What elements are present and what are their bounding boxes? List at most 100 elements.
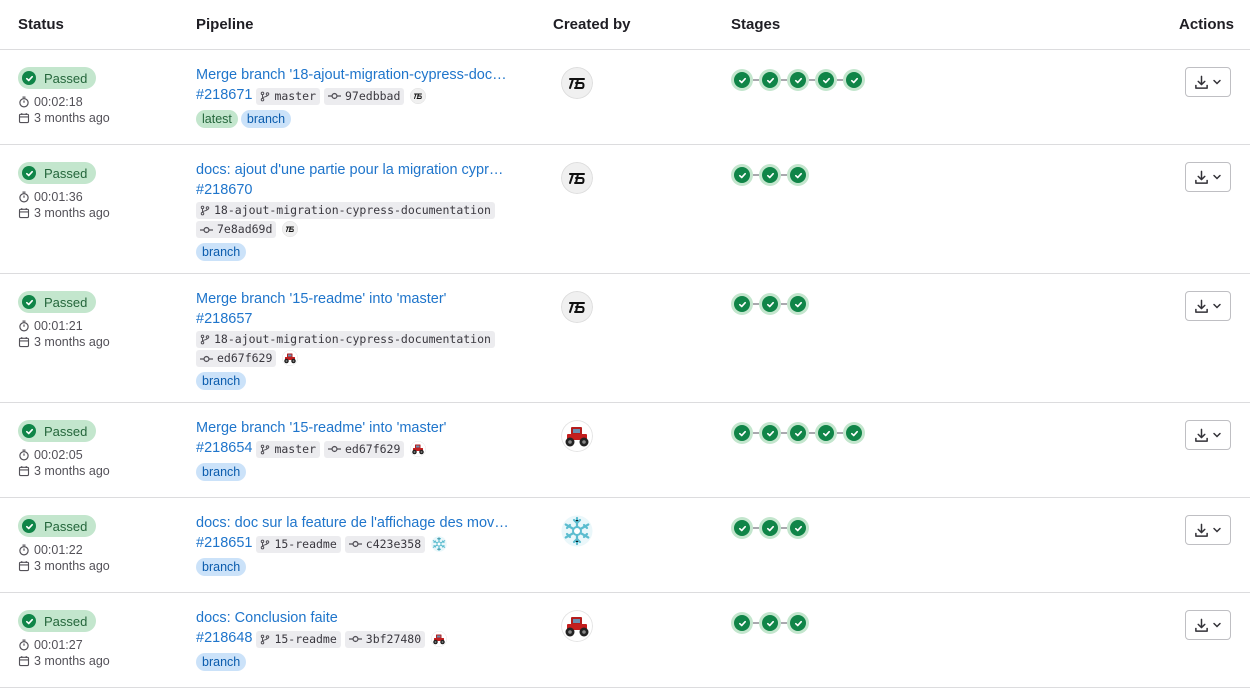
stage-passed-button[interactable] [759,422,781,444]
avatar[interactable] [561,67,593,99]
pipeline-id-link[interactable]: #218648 [196,629,252,648]
pipeline-id-link[interactable]: #218671 [196,86,252,105]
timer-icon [18,96,34,108]
stage-passed-button[interactable] [843,69,865,91]
status-badge[interactable]: Passed [18,67,97,89]
commit-sha[interactable]: 97edbbad [324,87,405,105]
chevron-down-icon [1212,430,1222,440]
stage-passed-button[interactable] [731,293,753,315]
stage-passed-button[interactable] [787,612,809,634]
stage-passed-button[interactable] [759,293,781,315]
stage-passed-button[interactable] [759,517,781,539]
commit-author-avatar[interactable] [410,87,427,104]
stage-passed-button[interactable] [731,164,753,186]
finished-time: 3 months ago [18,334,178,350]
stage-passed-button[interactable] [787,517,809,539]
chevron-down-icon [1212,77,1222,87]
commit-author-avatar[interactable] [431,630,448,647]
download-artifacts-button[interactable] [1185,610,1231,640]
commit-sha[interactable]: ed67f629 [196,350,277,367]
stage-passed-button[interactable] [815,69,837,91]
check-circle-icon [734,520,750,536]
calendar-icon [18,207,34,219]
stages-list [731,517,809,539]
commit-author-avatar[interactable] [410,440,427,457]
pipeline-tags: branch [196,372,536,390]
pipeline-cell: Merge branch '15-readme' into 'master' #… [196,290,536,390]
status-badge[interactable]: Passed [18,162,97,184]
created-by-cell [561,610,593,642]
check-circle-icon [762,72,778,88]
stage-passed-button[interactable] [759,612,781,634]
status-badge[interactable]: Passed [18,420,97,442]
status-badge[interactable]: Passed [18,515,97,537]
stage-passed-button[interactable] [787,69,809,91]
commit-title-link[interactable]: Merge branch '15-readme' into 'master' [196,419,526,438]
check-circle-icon [22,614,36,628]
timer-icon [18,639,34,651]
commit-title-link[interactable]: Merge branch '15-readme' into 'master' [196,290,526,309]
download-artifacts-button[interactable] [1185,420,1231,450]
commit-sha[interactable]: 7e8ad69d [196,221,277,238]
branch-ref[interactable]: 18-ajout-migration-cypress-documentation [196,331,495,348]
stage-passed-button[interactable] [731,422,753,444]
branch-ref[interactable]: 15-readme [256,535,341,553]
stage-passed-button[interactable] [759,69,781,91]
table-row: Passed 00:01:36 3 months ago docs: ajout… [0,145,1250,274]
avatar[interactable] [561,420,593,452]
avatar[interactable] [561,162,593,194]
stage-passed-button[interactable] [731,517,753,539]
check-circle-icon [762,167,778,183]
status-badge[interactable]: Passed [18,291,97,313]
commit-author-avatar[interactable] [431,535,447,552]
pipeline-id-link[interactable]: #218670 [196,181,252,200]
stage-passed-button[interactable] [843,422,865,444]
stage-passed-button[interactable] [787,422,809,444]
pipeline-cell: docs: ajout d'une partie pour la migrati… [196,161,536,261]
check-circle-icon [846,425,862,441]
stage-passed-button[interactable] [759,164,781,186]
branch-badge: branch [196,558,247,576]
commit-author-avatar[interactable] [282,350,299,366]
check-circle-icon [734,615,750,631]
commit-title-link[interactable]: docs: ajout d'une partie pour la migrati… [196,161,526,180]
check-circle-icon [762,615,778,631]
avatar[interactable] [561,291,593,323]
header-pipeline: Pipeline [196,16,254,33]
status-badge[interactable]: Passed [18,610,97,632]
stage-passed-button[interactable] [731,69,753,91]
download-artifacts-button[interactable] [1185,67,1231,97]
commit-sha[interactable]: ed67f629 [324,440,405,458]
branch-ref[interactable]: 18-ajout-migration-cypress-documentation [196,202,495,219]
branch-ref[interactable]: 15-readme [256,630,341,648]
commit-title-link[interactable]: docs: doc sur la feature de l'affichage … [196,514,526,533]
created-by-cell [561,162,593,194]
table-row: Passed 00:01:27 3 months ago docs: Concl… [0,593,1250,688]
stage-passed-button[interactable] [787,293,809,315]
commit-author-avatar[interactable] [282,221,299,237]
download-icon [1194,428,1209,443]
stage-passed-button[interactable] [787,164,809,186]
branch-icon [200,334,214,345]
commit-title-link[interactable]: docs: Conclusion faite [196,609,526,628]
calendar-icon [18,336,34,348]
commit-title-link[interactable]: Merge branch '18-ajout-migration-cypress… [196,66,526,85]
calendar-icon [18,112,34,124]
pipeline-id-link[interactable]: #218657 [196,310,252,329]
avatar[interactable] [561,515,593,547]
download-artifacts-button[interactable] [1185,515,1231,545]
commit-sha[interactable]: c423e358 [344,535,426,553]
stage-passed-button[interactable] [731,612,753,634]
branch-icon [260,634,274,645]
avatar[interactable] [561,610,593,642]
branch-ref[interactable]: master [256,440,320,458]
commit-sha[interactable]: 3bf27480 [344,630,426,648]
pipeline-id-link[interactable]: #218654 [196,439,252,458]
chevron-down-icon [1212,525,1222,535]
download-artifacts-button[interactable] [1185,291,1231,321]
branch-ref[interactable]: master [256,87,320,105]
download-artifacts-button[interactable] [1185,162,1231,192]
branch-icon [260,539,274,550]
stage-passed-button[interactable] [815,422,837,444]
pipeline-id-link[interactable]: #218651 [196,534,252,553]
